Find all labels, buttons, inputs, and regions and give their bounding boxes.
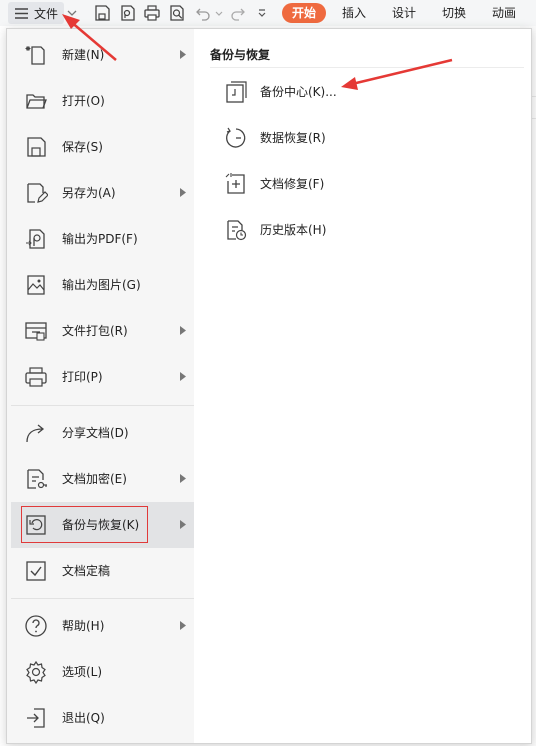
menu-item-save[interactable]: 保存(S) xyxy=(11,124,194,170)
menu-item-export-image[interactable]: 输出为图片(G) xyxy=(11,262,194,308)
file-menu-button[interactable]: 文件 xyxy=(8,2,64,24)
chevron-right-icon xyxy=(180,326,186,335)
menu-item-save-as[interactable]: 另存为(A) xyxy=(11,170,194,216)
chevron-right-icon xyxy=(180,621,186,630)
help-icon xyxy=(25,615,47,637)
print-preview-icon[interactable] xyxy=(168,4,186,22)
file-menu-dropdown: 新建(N) 打开(O) 保存(S) 另存为(A) 输出为PDF(F) 输出为图片… xyxy=(6,28,532,744)
chevron-right-icon xyxy=(180,372,186,381)
menu-item-new[interactable]: 新建(N) xyxy=(11,32,194,78)
menu-separator xyxy=(11,405,194,406)
chevron-right-icon xyxy=(180,520,186,529)
menu-item-label: 保存(S) xyxy=(62,140,103,154)
chevron-right-icon xyxy=(180,50,186,59)
data-recovery-icon xyxy=(226,127,246,148)
submenu-divider xyxy=(210,67,524,68)
menu-item-label: 文档加密(E) xyxy=(62,472,127,486)
menu-item-package[interactable]: 文件打包(R) xyxy=(11,308,194,354)
package-icon xyxy=(25,322,47,341)
backup-restore-submenu: 备份与恢复 备份中心(K)... 数据恢复(R) 文档修复(F) 历史版本(H) xyxy=(194,29,531,743)
redo-icon[interactable] xyxy=(229,4,247,22)
menu-item-label: 输出为PDF(F) xyxy=(62,232,138,246)
print-icon[interactable] xyxy=(143,4,161,22)
submenu-item-label: 文档修复(F) xyxy=(260,177,325,191)
menu-item-label: 打印(P) xyxy=(62,370,103,384)
menu-item-label: 新建(N) xyxy=(62,48,105,62)
printer-icon xyxy=(25,367,47,387)
menu-item-finalize[interactable]: 文档定稿 xyxy=(11,548,194,594)
submenu-item-label: 历史版本(H) xyxy=(260,223,327,237)
tab-animation[interactable]: 动画 xyxy=(492,4,516,22)
menu-item-open[interactable]: 打开(O) xyxy=(11,78,194,124)
share-icon xyxy=(26,424,45,443)
save-as-icon xyxy=(27,183,48,203)
save-icon xyxy=(27,137,46,157)
image-icon xyxy=(27,275,45,295)
menu-item-options[interactable]: 选项(L) xyxy=(11,649,194,695)
menu-item-label: 输出为图片(G) xyxy=(62,278,141,292)
backup-center-icon xyxy=(226,81,247,103)
menu-item-label: 退出(Q) xyxy=(62,711,105,725)
menu-item-label: 文件打包(R) xyxy=(62,324,128,338)
menu-item-export-pdf[interactable]: 输出为PDF(F) xyxy=(11,216,194,262)
chevron-right-icon xyxy=(180,188,186,197)
chevron-right-icon xyxy=(180,474,186,483)
history-version-icon xyxy=(227,220,247,241)
menu-item-label: 分享文档(D) xyxy=(62,426,129,440)
menu-item-label: 另存为(A) xyxy=(62,186,116,200)
chevron-down-icon[interactable] xyxy=(66,5,78,21)
menu-item-encrypt[interactable]: 文档加密(E) xyxy=(11,456,194,502)
new-file-icon xyxy=(25,46,45,65)
menu-item-print[interactable]: 打印(P) xyxy=(11,354,194,400)
submenu-item-history-version[interactable]: 历史版本(H) xyxy=(214,209,514,249)
file-menu-label: 文件 xyxy=(34,6,59,21)
menu-item-label: 选项(L) xyxy=(62,665,103,679)
exit-icon xyxy=(27,708,45,728)
folder-open-icon xyxy=(26,94,47,109)
menu-item-label: 文档定稿 xyxy=(62,564,111,578)
submenu-item-document-repair[interactable]: 文档修复(F) xyxy=(214,163,514,203)
submenu-item-label: 备份中心(K)... xyxy=(260,85,337,99)
menu-item-exit[interactable]: 退出(Q) xyxy=(11,695,194,741)
menu-separator xyxy=(11,598,194,599)
file-menu-list: 新建(N) 打开(O) 保存(S) 另存为(A) 输出为PDF(F) 输出为图片… xyxy=(7,29,194,743)
submenu-item-label: 数据恢复(R) xyxy=(260,131,326,145)
export-pdf-icon[interactable] xyxy=(118,4,136,22)
menu-item-share[interactable]: 分享文档(D) xyxy=(11,410,194,456)
undo-dropdown-icon[interactable] xyxy=(213,5,225,21)
menu-icon xyxy=(15,7,28,19)
save-icon[interactable] xyxy=(93,4,111,22)
finalize-icon xyxy=(26,561,46,581)
document-repair-icon xyxy=(225,173,245,194)
more-dropdown-icon[interactable] xyxy=(256,5,268,21)
pdf-icon xyxy=(26,229,45,249)
menu-item-help[interactable]: 帮助(H) xyxy=(11,603,194,649)
submenu-item-backup-center[interactable]: 备份中心(K)... xyxy=(214,71,514,111)
lock-document-icon xyxy=(27,469,47,489)
submenu-title: 备份与恢复 xyxy=(210,48,271,62)
menu-item-label: 帮助(H) xyxy=(62,619,105,633)
gear-icon xyxy=(26,660,46,684)
tab-insert[interactable]: 插入 xyxy=(342,4,366,22)
menu-item-label: 打开(O) xyxy=(62,94,105,108)
tab-switch[interactable]: 切换 xyxy=(442,4,466,22)
submenu-item-data-recovery[interactable]: 数据恢复(R) xyxy=(214,117,514,157)
tab-design[interactable]: 设计 xyxy=(392,4,416,22)
top-toolbar: 文件 开始 插入 设计 切换 动画 xyxy=(0,0,536,26)
highlight-annotation-box xyxy=(21,506,148,543)
tab-start[interactable]: 开始 xyxy=(282,3,326,23)
undo-icon[interactable] xyxy=(194,4,212,22)
